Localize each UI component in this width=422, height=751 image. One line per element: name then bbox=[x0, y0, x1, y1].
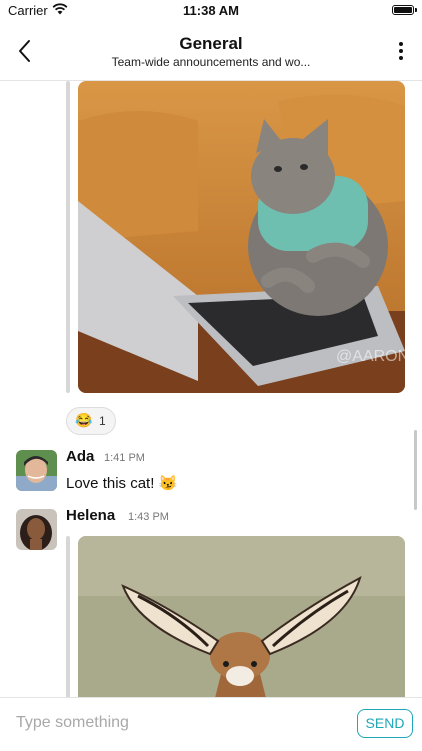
avatar[interactable] bbox=[16, 450, 57, 491]
laughing-emoji-icon: 😂 bbox=[75, 412, 93, 428]
antelope-gif-attachment[interactable] bbox=[78, 536, 405, 697]
reaction-count: 1 bbox=[99, 414, 106, 428]
avatar[interactable] bbox=[16, 509, 57, 550]
battery-icon bbox=[392, 5, 417, 15]
message-time: 1:43 PM bbox=[128, 511, 169, 523]
message-feed[interactable]: @AARON 😂 1 Ada 1:41 PM Love this cat! 😼 … bbox=[0, 81, 422, 697]
quote-bar bbox=[66, 81, 70, 393]
channel-subtitle: Team-wide announcements and wo... bbox=[111, 55, 311, 69]
gif-watermark: @AARON bbox=[336, 348, 405, 365]
vertical-ellipsis-icon[interactable] bbox=[396, 40, 406, 62]
message-author: Ada bbox=[66, 448, 95, 465]
feed-scrollbar[interactable] bbox=[414, 430, 417, 510]
cat-gif-attachment[interactable]: @AARON bbox=[78, 81, 405, 393]
clock: 11:38 AM bbox=[183, 3, 239, 18]
message-text: Love this cat! 😼 bbox=[66, 475, 178, 492]
channel-header: General Team-wide announcements and wo..… bbox=[0, 22, 422, 81]
status-bar: Carrier 11:38 AM bbox=[0, 0, 422, 22]
send-button[interactable]: SEND bbox=[357, 709, 413, 738]
message-author: Helena bbox=[66, 507, 116, 524]
reaction-chip[interactable]: 😂 1 bbox=[66, 407, 116, 435]
message-input[interactable] bbox=[10, 708, 352, 738]
message-time: 1:41 PM bbox=[104, 452, 145, 464]
message-composer: SEND bbox=[0, 697, 422, 751]
channel-title: General bbox=[179, 34, 243, 53]
quote-bar bbox=[66, 536, 70, 697]
